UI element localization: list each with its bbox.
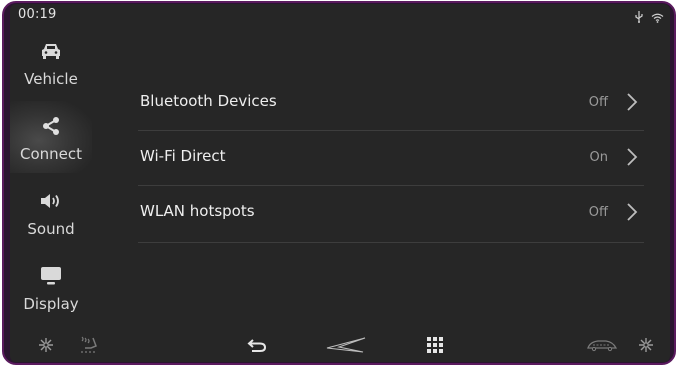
back-icon[interactable] <box>246 334 268 356</box>
speaker-icon <box>10 190 92 212</box>
chevron-right-icon <box>626 147 638 171</box>
settings-row-bluetooth[interactable]: Bluetooth Devices Off <box>138 76 644 131</box>
bottom-bar <box>10 330 670 362</box>
sidebar-item-connect[interactable]: Connect <box>10 101 92 173</box>
monitor-icon <box>10 265 92 287</box>
row-title: WLAN hotspots <box>140 202 255 220</box>
status-bar: 00:19 <box>10 4 670 24</box>
settings-row-wlan-hotspots[interactable]: WLAN hotspots Off <box>138 186 644 243</box>
screen: 00:19 Vehicle Connect Sound Display Blue… <box>10 4 670 362</box>
chevron-right-icon <box>626 92 638 116</box>
car-air-icon[interactable] <box>584 334 620 356</box>
seat-heat-icon[interactable] <box>78 334 102 356</box>
sidebar-item-sound[interactable]: Sound <box>10 176 92 248</box>
sidebar-item-label: Vehicle <box>24 70 78 88</box>
car-icon <box>10 40 92 62</box>
row-title: Wi-Fi Direct <box>140 147 226 165</box>
settings-list: Bluetooth Devices Off Wi-Fi Direct On WL… <box>138 76 644 243</box>
row-value: On <box>589 150 608 165</box>
brand-logo-icon[interactable] <box>324 334 368 356</box>
sidebar-item-label: Display <box>23 295 79 313</box>
sidebar-item-display[interactable]: Display <box>10 251 92 323</box>
chevron-right-icon <box>626 202 638 226</box>
clock: 00:19 <box>18 7 57 22</box>
status-icons <box>635 8 664 27</box>
sidebar-item-label: Sound <box>27 220 75 238</box>
fan-right-icon[interactable] <box>636 334 656 356</box>
wifi-icon <box>651 8 664 27</box>
fan-left-icon[interactable] <box>36 334 56 356</box>
sidebar-item-label: Connect <box>19 145 83 163</box>
row-title: Bluetooth Devices <box>140 92 277 110</box>
apps-grid-icon[interactable] <box>424 334 446 356</box>
row-value: Off <box>588 95 608 110</box>
settings-row-wifi-direct[interactable]: Wi-Fi Direct On <box>138 131 644 186</box>
share-icon <box>10 115 92 137</box>
row-value: Off <box>588 205 608 220</box>
usb-icon <box>635 8 643 27</box>
sidebar-item-vehicle[interactable]: Vehicle <box>10 26 92 98</box>
sidebar: Vehicle Connect Sound Display <box>10 26 92 326</box>
